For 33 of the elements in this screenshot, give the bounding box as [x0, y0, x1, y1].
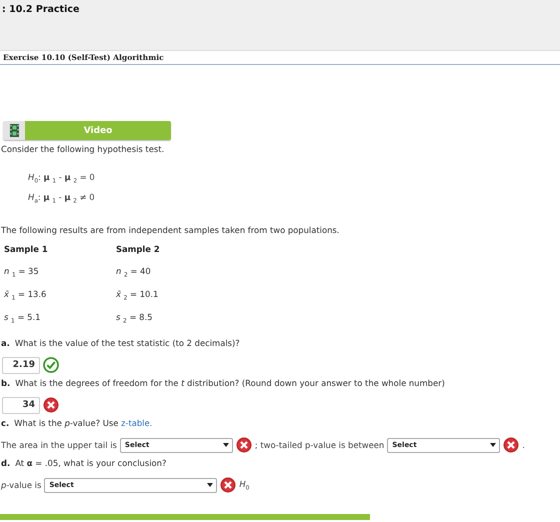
question-letter: c. [1, 417, 10, 430]
question-letter: d. [1, 457, 10, 470]
hypothesis-text: H$_{0}$: μ $_{1}$ - μ $_{2}$ = 0 [28, 171, 96, 187]
caret-icon [207, 483, 214, 488]
question-text: At α = .05, what is your conclusion? [15, 457, 166, 470]
answer-label: The area in the upper tail is [1, 440, 117, 450]
z-table-link[interactable]: z-table. [121, 418, 152, 428]
hypothesis-text: H$_{a}$: μ $_{1}$ - μ $_{2}$ ≠ 0 [28, 190, 96, 206]
statistic-text: n $_{2}$ = 40 [116, 266, 152, 282]
answer-field[interactable]: 34 [2, 396, 40, 414]
statistic-text: s $_{1}$ = 5.1 [4, 312, 42, 328]
answer-label: ; two-tailed p-value is between [254, 440, 384, 450]
column-heading: Sample 1 [4, 244, 49, 256]
instruction-text: The following results are from independent samples taken from two populations. [1, 225, 340, 236]
statistic-text: x̄ $_{1}$ = 13.6 [4, 289, 48, 304]
statistic-text: n $_{1}$ = 35 [4, 266, 40, 282]
caret-icon [222, 443, 229, 448]
answer-label: p-value is [1, 480, 42, 490]
answer-field[interactable]: 2.19 [2, 356, 40, 374]
answer-label: H$_{0}$ [239, 479, 250, 492]
film-icon [10, 124, 18, 137]
statistic-text: s $_{2}$ = 8.5 [116, 312, 154, 328]
column-heading: Sample 2 [116, 244, 161, 256]
question-letter: a. [1, 337, 10, 350]
question-letter: b. [1, 377, 10, 390]
question-text: What is the degrees of freedom for the t distribution? (Round down your answer to the whole number) [15, 377, 445, 390]
answer-label: . [522, 440, 525, 450]
instruction-text: Consider the following hypothesis test. [1, 144, 166, 154]
question-text: What is the p-value? Use z-table. [14, 417, 152, 430]
page-title: : 10.2 Practice [2, 4, 80, 15]
caret-icon [490, 443, 496, 448]
question-text: What is the value of the test statistic (to 2 decimals)? [14, 337, 240, 350]
statistic-text: x̄ $_{2}$ = 10.1 [116, 289, 160, 304]
